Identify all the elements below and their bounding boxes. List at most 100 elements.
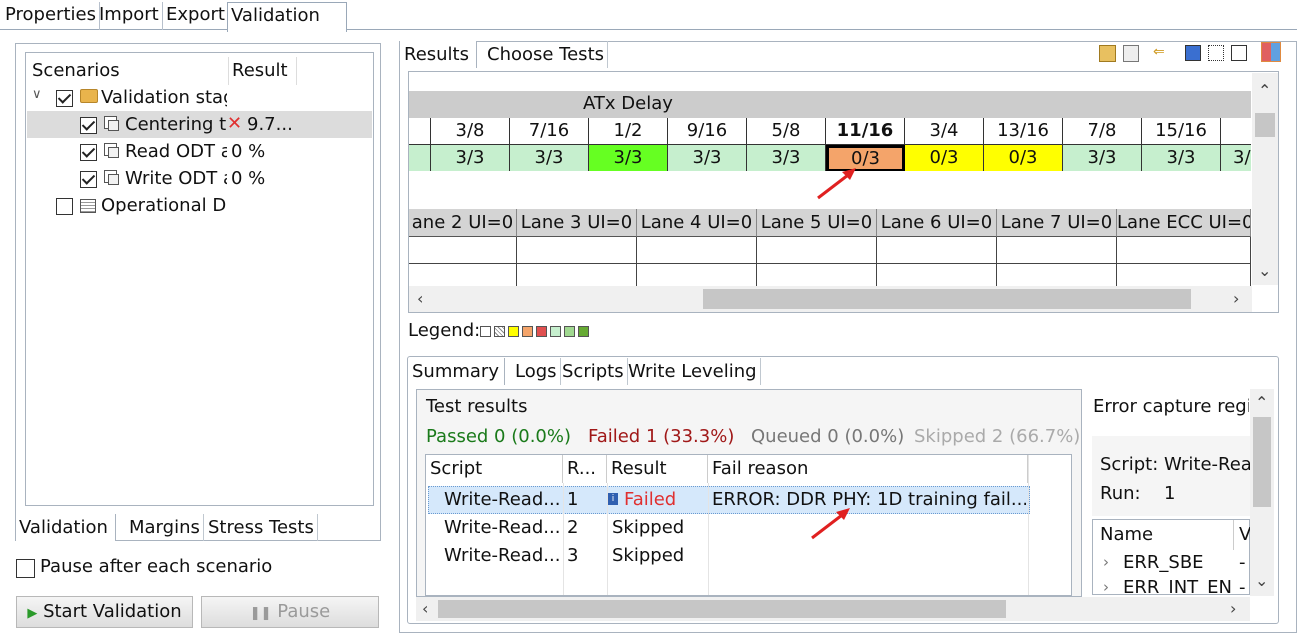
grid-value-cell[interactable]: 3/3 <box>1063 145 1142 172</box>
summary-vertical-scrollbar[interactable]: ⌃ ⌄ <box>1250 389 1274 596</box>
scroll-up-icon[interactable]: ⌃ <box>1258 81 1271 100</box>
vertical-thumb[interactable] <box>1255 113 1275 137</box>
grid-horizontal-scrollbar[interactable]: ‹ › <box>409 286 1252 312</box>
lane-header[interactable]: Lane 6 UI=0 <box>877 209 997 237</box>
tab-logs[interactable]: Logs <box>512 358 561 385</box>
checkbox-read-odt[interactable] <box>80 144 97 161</box>
scroll-down-icon[interactable]: ⌄ <box>1255 571 1268 590</box>
scroll-up-icon[interactable]: ⌃ <box>1255 393 1268 412</box>
results-table: Script R... Result Fail reason Write-Rea… <box>425 454 1072 596</box>
annotation-arrow-icon <box>811 508 850 540</box>
tab-scripts[interactable]: Scripts <box>559 358 628 385</box>
lane-cell[interactable] <box>637 237 757 264</box>
col-run[interactable]: R... <box>563 455 607 483</box>
tab-margins[interactable]: Margins <box>126 514 204 541</box>
scroll-down-icon[interactable]: ⌄ <box>1258 261 1271 280</box>
checkbox-centering[interactable] <box>80 117 97 134</box>
summary-horizontal-scrollbar[interactable]: ‹ › <box>416 597 1250 621</box>
horizontal-thumb[interactable] <box>438 600 1006 618</box>
lane-cell[interactable] <box>757 237 877 264</box>
pause-button[interactable]: ❚❚ Pause <box>201 596 379 628</box>
scroll-left-icon[interactable]: ‹ <box>422 599 428 618</box>
result-header[interactable]: Result <box>232 57 297 85</box>
grid-col-header: 3/4 <box>905 118 984 145</box>
tab-validation-sub[interactable]: Validation <box>16 514 116 541</box>
lane-cell[interactable] <box>877 237 997 264</box>
lane-header[interactable]: Lane 7 UI=0 <box>997 209 1117 237</box>
grid-value-cell[interactable]: 0/3 <box>984 145 1063 172</box>
register-name[interactable]: ERR_INT_EN <box>1123 577 1232 594</box>
tab-validation[interactable]: Validation <box>227 2 347 32</box>
back-arrow-icon[interactable]: ⇐ <box>1153 45 1168 60</box>
scroll-right-icon[interactable]: › <box>1230 599 1236 618</box>
tree-label-write-odt[interactable]: Write ODT a <box>125 166 227 192</box>
col-script[interactable]: Script <box>426 455 563 483</box>
grid-vertical-scrollbar[interactable]: ⌃ ⌄ <box>1252 73 1278 285</box>
grid-value-cell[interactable]: 3/3 <box>510 145 589 172</box>
checkbox-validation-stage[interactable] <box>56 90 73 107</box>
lane-cell[interactable] <box>409 237 517 264</box>
color-grid-icon[interactable] <box>1261 42 1281 62</box>
expand-chevron-icon[interactable]: › <box>1103 578 1109 596</box>
delay-title: ATx Delay <box>583 93 673 114</box>
grid-value-cell[interactable]: 3/3 <box>668 145 747 172</box>
tab-choose-tests[interactable]: Choose Tests <box>484 41 608 68</box>
pause-after-checkbox[interactable] <box>16 559 35 578</box>
scroll-right-icon[interactable]: › <box>1233 289 1239 308</box>
grid-value-partial[interactable]: 3/3 <box>1221 145 1251 172</box>
tree-label-validation-stage[interactable]: Validation stag <box>101 85 227 111</box>
row3-script[interactable]: Write-Read... <box>440 542 563 569</box>
grid-value-cell[interactable]: 0/3 <box>905 145 984 172</box>
grid-col-header: 7/8 <box>1063 118 1142 145</box>
lane-cell[interactable] <box>517 237 637 264</box>
scroll-left-icon[interactable]: ‹ <box>417 289 423 308</box>
tree-label-centering[interactable]: Centering tl <box>125 112 227 138</box>
legend-swatches <box>480 324 592 338</box>
lane-cell[interactable] <box>997 237 1117 264</box>
grid-col-header: 9/16 <box>668 118 747 145</box>
tree-label-operational[interactable]: Operational DI <box>101 193 227 219</box>
tab-stress-tests[interactable]: Stress Tests <box>206 514 318 541</box>
register-name[interactable]: ERR_SBE <box>1123 552 1204 573</box>
layout-full-icon[interactable] <box>1185 45 1201 61</box>
tab-import[interactable]: Import <box>96 2 163 30</box>
copy-icon[interactable] <box>1123 45 1139 62</box>
script-value: Write-Rea <box>1164 454 1250 475</box>
grid-value-partial[interactable] <box>409 145 431 172</box>
failed-x-icon: ✕ <box>227 113 243 134</box>
vertical-thumb[interactable] <box>1253 417 1271 507</box>
tab-results[interactable]: Results <box>400 41 477 68</box>
grid-col-header: 5/8 <box>747 118 826 145</box>
export-icon[interactable] <box>1099 45 1116 62</box>
lane-header[interactable]: Lane 3 UI=0 <box>517 209 637 237</box>
scenarios-header[interactable]: Scenarios <box>32 57 229 85</box>
tab-summary[interactable]: Summary <box>409 358 505 385</box>
lane-header[interactable]: Lane 5 UI=0 <box>757 209 877 237</box>
grid-header-partial <box>409 118 431 145</box>
layout-dotted-icon[interactable] <box>1208 45 1224 61</box>
horizontal-thumb[interactable] <box>703 289 1191 309</box>
row2-script[interactable]: Write-Read... <box>440 514 563 541</box>
grid-value-cell[interactable]: 3/3 <box>431 145 510 172</box>
tab-write-leveling[interactable]: Write Leveling <box>625 358 761 385</box>
passed-count: Passed 0 (0.0%) <box>426 426 572 447</box>
col-result[interactable]: Result <box>607 455 708 483</box>
expand-chevron-icon[interactable]: ∨ <box>32 87 42 102</box>
lane-header[interactable]: Lane ECC UI=0 <box>1117 209 1251 237</box>
layout-window-icon[interactable] <box>1231 45 1247 61</box>
tree-label-read-odt[interactable]: Read ODT a <box>125 139 227 165</box>
expand-chevron-icon[interactable]: › <box>1103 553 1109 571</box>
grid-value-cell[interactable]: 3/3 <box>589 145 668 172</box>
grid-value-cell[interactable]: 3/3 <box>1142 145 1221 172</box>
register-name-header[interactable]: Name <box>1100 524 1153 545</box>
tab-properties[interactable]: Properties <box>2 2 100 30</box>
col-fail-reason[interactable]: Fail reason <box>708 455 1028 483</box>
start-validation-button[interactable]: ▶ Start Validation <box>16 596 193 628</box>
row1-script: Write-Read... <box>444 489 561 510</box>
lane-header[interactable]: Lane 4 UI=0 <box>637 209 757 237</box>
lane-cell[interactable] <box>1117 237 1251 264</box>
lane-header[interactable]: ane 2 UI=0 <box>409 209 517 237</box>
tab-export[interactable]: Export <box>163 2 229 30</box>
checkbox-write-odt[interactable] <box>80 171 97 188</box>
checkbox-operational[interactable] <box>56 198 73 215</box>
